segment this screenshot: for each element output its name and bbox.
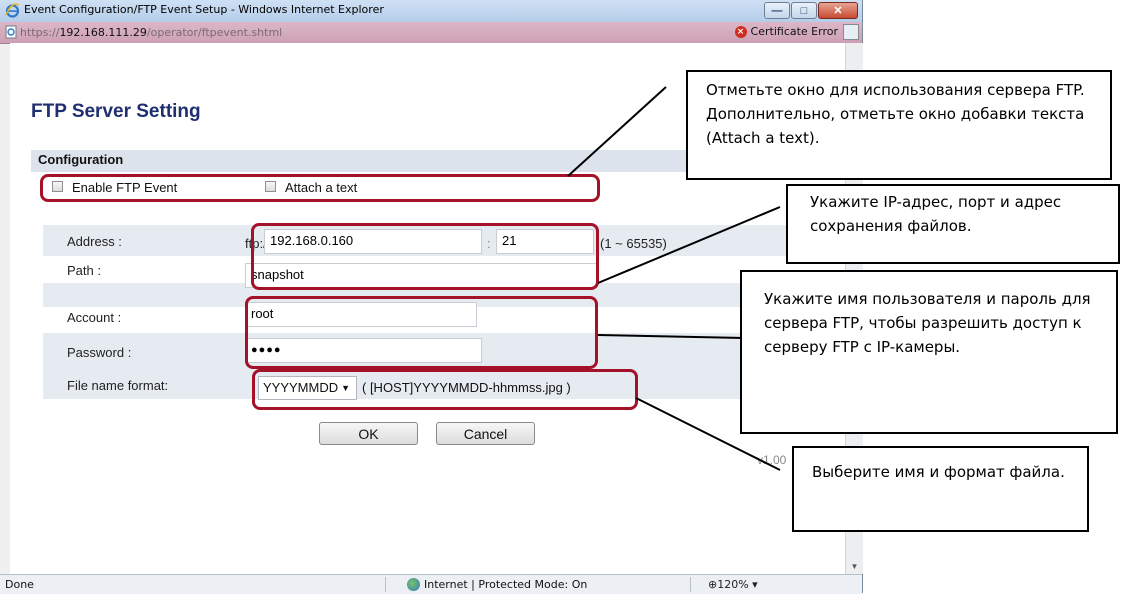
status-bar: Done Internet | Protected Mode: On ⊕120%… [0, 574, 862, 594]
maximize-button[interactable]: □ [791, 2, 817, 19]
window-title: Event Configuration/FTP Event Setup - Wi… [24, 3, 384, 16]
ie-logo-icon [5, 3, 20, 18]
path-label: Path : [67, 263, 101, 278]
minimize-icon: — [771, 4, 783, 17]
highlight-filename [252, 369, 638, 410]
version-text: v1.00 [757, 453, 787, 467]
minimize-button[interactable]: — [764, 2, 790, 19]
maximize-icon: □ [800, 4, 808, 17]
highlight-checkboxes [40, 174, 600, 202]
page-title: FTP Server Setting [31, 101, 201, 122]
callout-address: Укажите IP-адрес, порт и адрес сохранени… [786, 184, 1120, 264]
close-icon: ✕ [833, 5, 843, 17]
certificate-error[interactable]: × Certificate Error [734, 25, 838, 38]
cancel-button[interactable]: Cancel [436, 422, 535, 445]
section-title: Configuration [38, 152, 124, 167]
title-bar: Event Configuration/FTP Event Setup - Wi… [0, 0, 862, 23]
address-bar[interactable]: https://192.168.111.29/operator/ftpevent… [0, 22, 862, 44]
close-button[interactable]: ✕ [818, 2, 858, 19]
globe-icon [407, 578, 420, 591]
password-label: Password : [67, 345, 132, 360]
error-icon: × [734, 25, 747, 38]
highlight-account-password [245, 296, 598, 369]
refresh-button[interactable] [843, 24, 859, 40]
scroll-down-icon[interactable]: ▼ [846, 558, 863, 574]
callout-checkbox: Отметьте окно для использования сервера … [686, 70, 1112, 180]
url-text[interactable]: https://192.168.111.29/operator/ftpevent… [20, 26, 282, 39]
security-zone: Internet | Protected Mode: On [407, 578, 587, 591]
zoom-level[interactable]: ⊕120% ▾ [708, 578, 758, 591]
address-label: Address : [67, 234, 122, 249]
status-text: Done [5, 578, 34, 591]
page-icon [5, 25, 17, 39]
highlight-address-path [251, 223, 599, 290]
port-range: (1 ~ 65535) [600, 236, 667, 251]
callout-filename: Выберите имя и формат файла. [792, 446, 1089, 532]
callout-account: Укажите имя пользователя и пароль для се… [740, 270, 1118, 434]
ok-button[interactable]: OK [319, 422, 418, 445]
account-label: Account : [67, 310, 122, 325]
filename-format-label: File name format: [67, 378, 169, 393]
